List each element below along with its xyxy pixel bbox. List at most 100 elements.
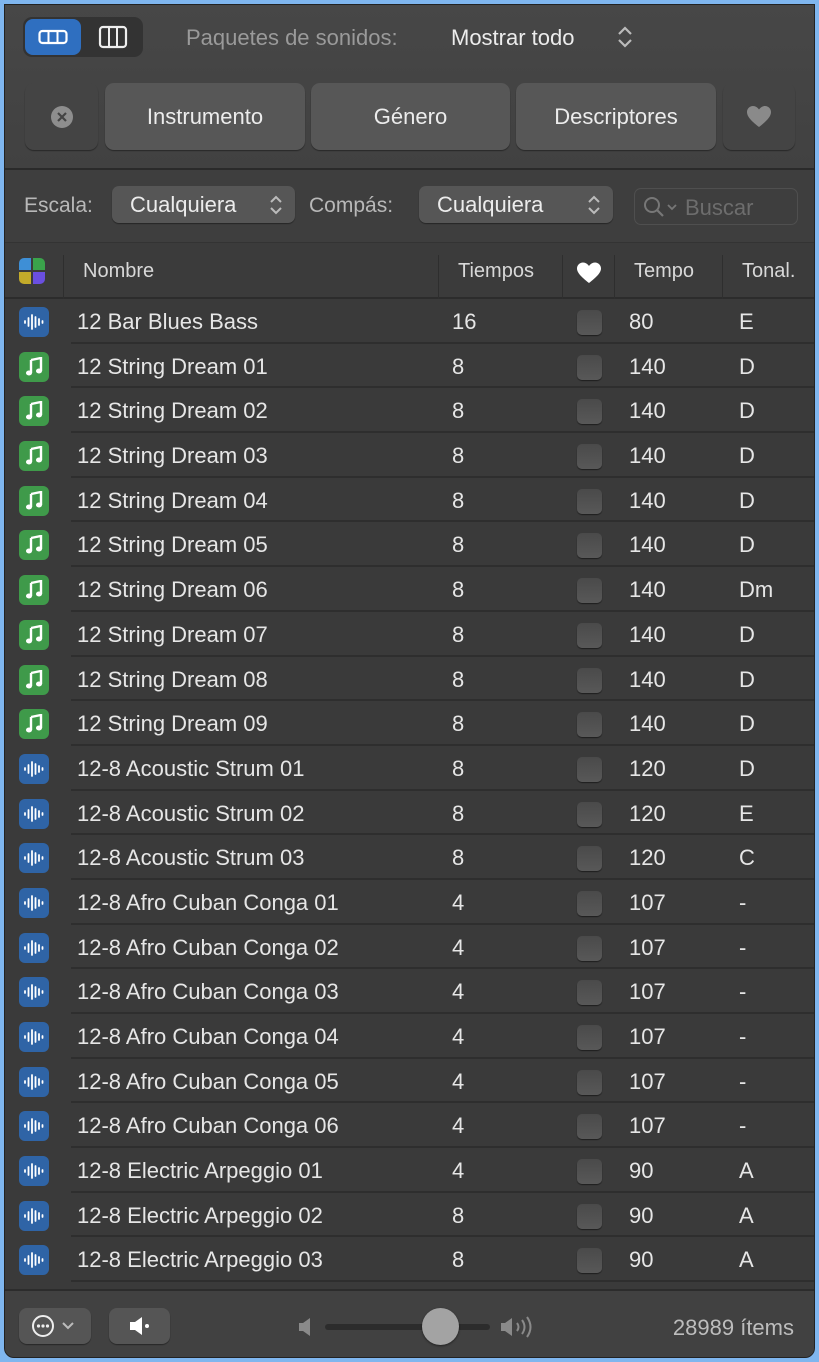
instrument-button[interactable]: Instrumento (105, 83, 305, 150)
table-row[interactable]: 12 String Dream 03 8 140 D (5, 433, 814, 478)
audio-loop-icon (19, 977, 49, 1008)
table-row[interactable]: 12 String Dream 04 8 140 D (5, 478, 814, 523)
favorite-checkbox[interactable] (577, 488, 602, 514)
loop-key: E (739, 800, 754, 826)
table-row[interactable]: 12 String Dream 08 8 140 D (5, 657, 814, 702)
favorite-checkbox[interactable] (577, 354, 602, 380)
preview-speaker-button[interactable] (109, 1308, 170, 1344)
favorite-checkbox[interactable] (577, 980, 602, 1006)
favorite-checkbox[interactable] (577, 399, 602, 425)
heart-icon[interactable] (576, 262, 602, 284)
midi-loop-icon (19, 485, 49, 516)
loop-beats: 4 (452, 1068, 465, 1094)
loop-name: 12-8 Electric Arpeggio 03 (77, 1247, 323, 1273)
favorites-filter-button[interactable] (723, 83, 795, 150)
loop-tempo: 107 (629, 934, 666, 960)
volume-slider-knob[interactable] (422, 1308, 459, 1345)
table-row[interactable]: 12 String Dream 09 8 140 D (5, 701, 814, 746)
favorite-checkbox[interactable] (577, 756, 602, 782)
loop-tempo: 140 (629, 398, 666, 424)
table-row[interactable]: 12-8 Electric Arpeggio 03 8 90 A (5, 1237, 814, 1283)
column-separator (63, 255, 64, 299)
list-view-button[interactable] (25, 19, 81, 55)
loop-key: D (739, 711, 755, 737)
loop-beats: 4 (452, 1024, 465, 1049)
favorite-checkbox[interactable] (577, 1069, 602, 1095)
table-row[interactable]: 12-8 Acoustic Strum 03 8 120 C (5, 835, 814, 880)
favorite-checkbox[interactable] (577, 444, 602, 470)
sound-packs-select[interactable]: Mostrar todo (451, 25, 575, 51)
loop-beats: 4 (452, 1158, 465, 1184)
table-row[interactable] (5, 1282, 814, 1289)
favorite-checkbox[interactable] (577, 890, 602, 916)
column-header-key[interactable]: Tonal. (742, 260, 795, 283)
loop-beats: 8 (452, 711, 465, 737)
loop-beats: 8 (452, 845, 465, 871)
favorite-checkbox[interactable] (577, 1114, 602, 1140)
genre-button[interactable]: Género (311, 83, 510, 150)
loop-key: A (739, 1158, 754, 1184)
table-row[interactable]: 12 String Dream 07 8 140 D (5, 612, 814, 657)
table-row[interactable]: 12-8 Afro Cuban Conga 03 4 107 - (5, 969, 814, 1014)
loop-key: D (739, 398, 755, 424)
audio-loop-icon (19, 1022, 49, 1052)
loop-name: 12-8 Electric Arpeggio 01 (77, 1158, 323, 1184)
search-icon (644, 197, 677, 217)
column-header-beats[interactable]: Tiempos (458, 260, 534, 283)
favorite-checkbox[interactable] (577, 310, 602, 335)
search-field[interactable]: Buscar (634, 188, 798, 225)
favorite-checkbox[interactable] (577, 622, 602, 648)
more-options-button[interactable] (19, 1308, 91, 1344)
descriptors-button[interactable]: Descriptores (516, 83, 716, 150)
loop-name: 12 String Dream 08 (77, 666, 268, 692)
table-row[interactable]: 12-8 Afro Cuban Conga 02 4 107 - (5, 925, 814, 970)
scale-value: Cualquiera (130, 192, 237, 217)
favorite-checkbox[interactable] (577, 533, 602, 559)
loop-beats: 8 (452, 755, 465, 781)
table-row[interactable]: 12-8 Acoustic Strum 01 8 120 D (5, 746, 814, 791)
favorite-checkbox[interactable] (577, 1248, 602, 1274)
clear-filters-button[interactable] (25, 83, 98, 150)
updown-chevron-icon[interactable] (615, 23, 635, 51)
table-row[interactable]: 12 String Dream 01 8 140 D (5, 344, 814, 389)
scale-select[interactable]: Cualquiera (112, 186, 295, 223)
column-view-button[interactable] (85, 19, 141, 55)
table-row[interactable]: 12-8 Afro Cuban Conga 06 4 107 - (5, 1103, 814, 1149)
table-row[interactable]: 12-8 Electric Arpeggio 02 8 90 A (5, 1193, 814, 1238)
table-row[interactable]: 12-8 Afro Cuban Conga 05 4 107 - (5, 1059, 814, 1104)
table-row[interactable]: 12-8 Afro Cuban Conga 04 4 107 - (5, 1014, 814, 1059)
loop-tempo: 140 (629, 577, 666, 603)
table-row[interactable]: 12-8 Electric Arpeggio 01 4 90 A (5, 1148, 814, 1193)
favorite-checkbox[interactable] (577, 667, 602, 693)
audio-loop-icon (19, 1111, 49, 1142)
audio-loop-icon (19, 932, 49, 963)
favorite-checkbox[interactable] (577, 1159, 602, 1185)
table-row[interactable]: 12 String Dream 05 8 140 D (5, 522, 814, 568)
meter-label: Compás: (309, 194, 394, 217)
column-separator (722, 255, 723, 299)
table-row[interactable]: 12 Bar Blues Bass 16 80 E (5, 299, 814, 344)
loop-key: - (739, 1024, 747, 1049)
favorite-checkbox[interactable] (577, 712, 602, 738)
midi-loop-icon (19, 530, 49, 561)
column-header-name[interactable]: Nombre (83, 260, 154, 283)
table-row[interactable]: 12-8 Afro Cuban Conga 01 4 107 - (5, 880, 814, 925)
favorite-checkbox[interactable] (577, 801, 602, 827)
favorite-checkbox[interactable] (577, 935, 602, 961)
favorite-checkbox[interactable] (577, 578, 602, 604)
loop-beats: 4 (452, 979, 465, 1005)
table-row[interactable]: 12-8 Acoustic Strum 02 8 120 E (5, 791, 814, 836)
meter-select[interactable]: Cualquiera (419, 186, 613, 223)
column-header-tempo[interactable]: Tempo (634, 260, 694, 283)
table-row[interactable]: 12 String Dream 02 8 140 D (5, 388, 814, 434)
color-grid-icon[interactable] (19, 258, 45, 284)
table-row[interactable]: 12 String Dream 06 8 140 Dm (5, 567, 814, 612)
volume-slider[interactable] (325, 1324, 490, 1330)
loop-name: 12 String Dream 03 (77, 443, 268, 469)
favorite-checkbox[interactable] (577, 846, 602, 872)
favorite-checkbox[interactable] (577, 1203, 602, 1229)
loop-tempo: 140 (629, 532, 666, 558)
favorite-checkbox[interactable] (577, 1025, 602, 1050)
loop-name: 12 String Dream 04 (77, 487, 268, 513)
loop-tempo: 90 (629, 1202, 654, 1228)
